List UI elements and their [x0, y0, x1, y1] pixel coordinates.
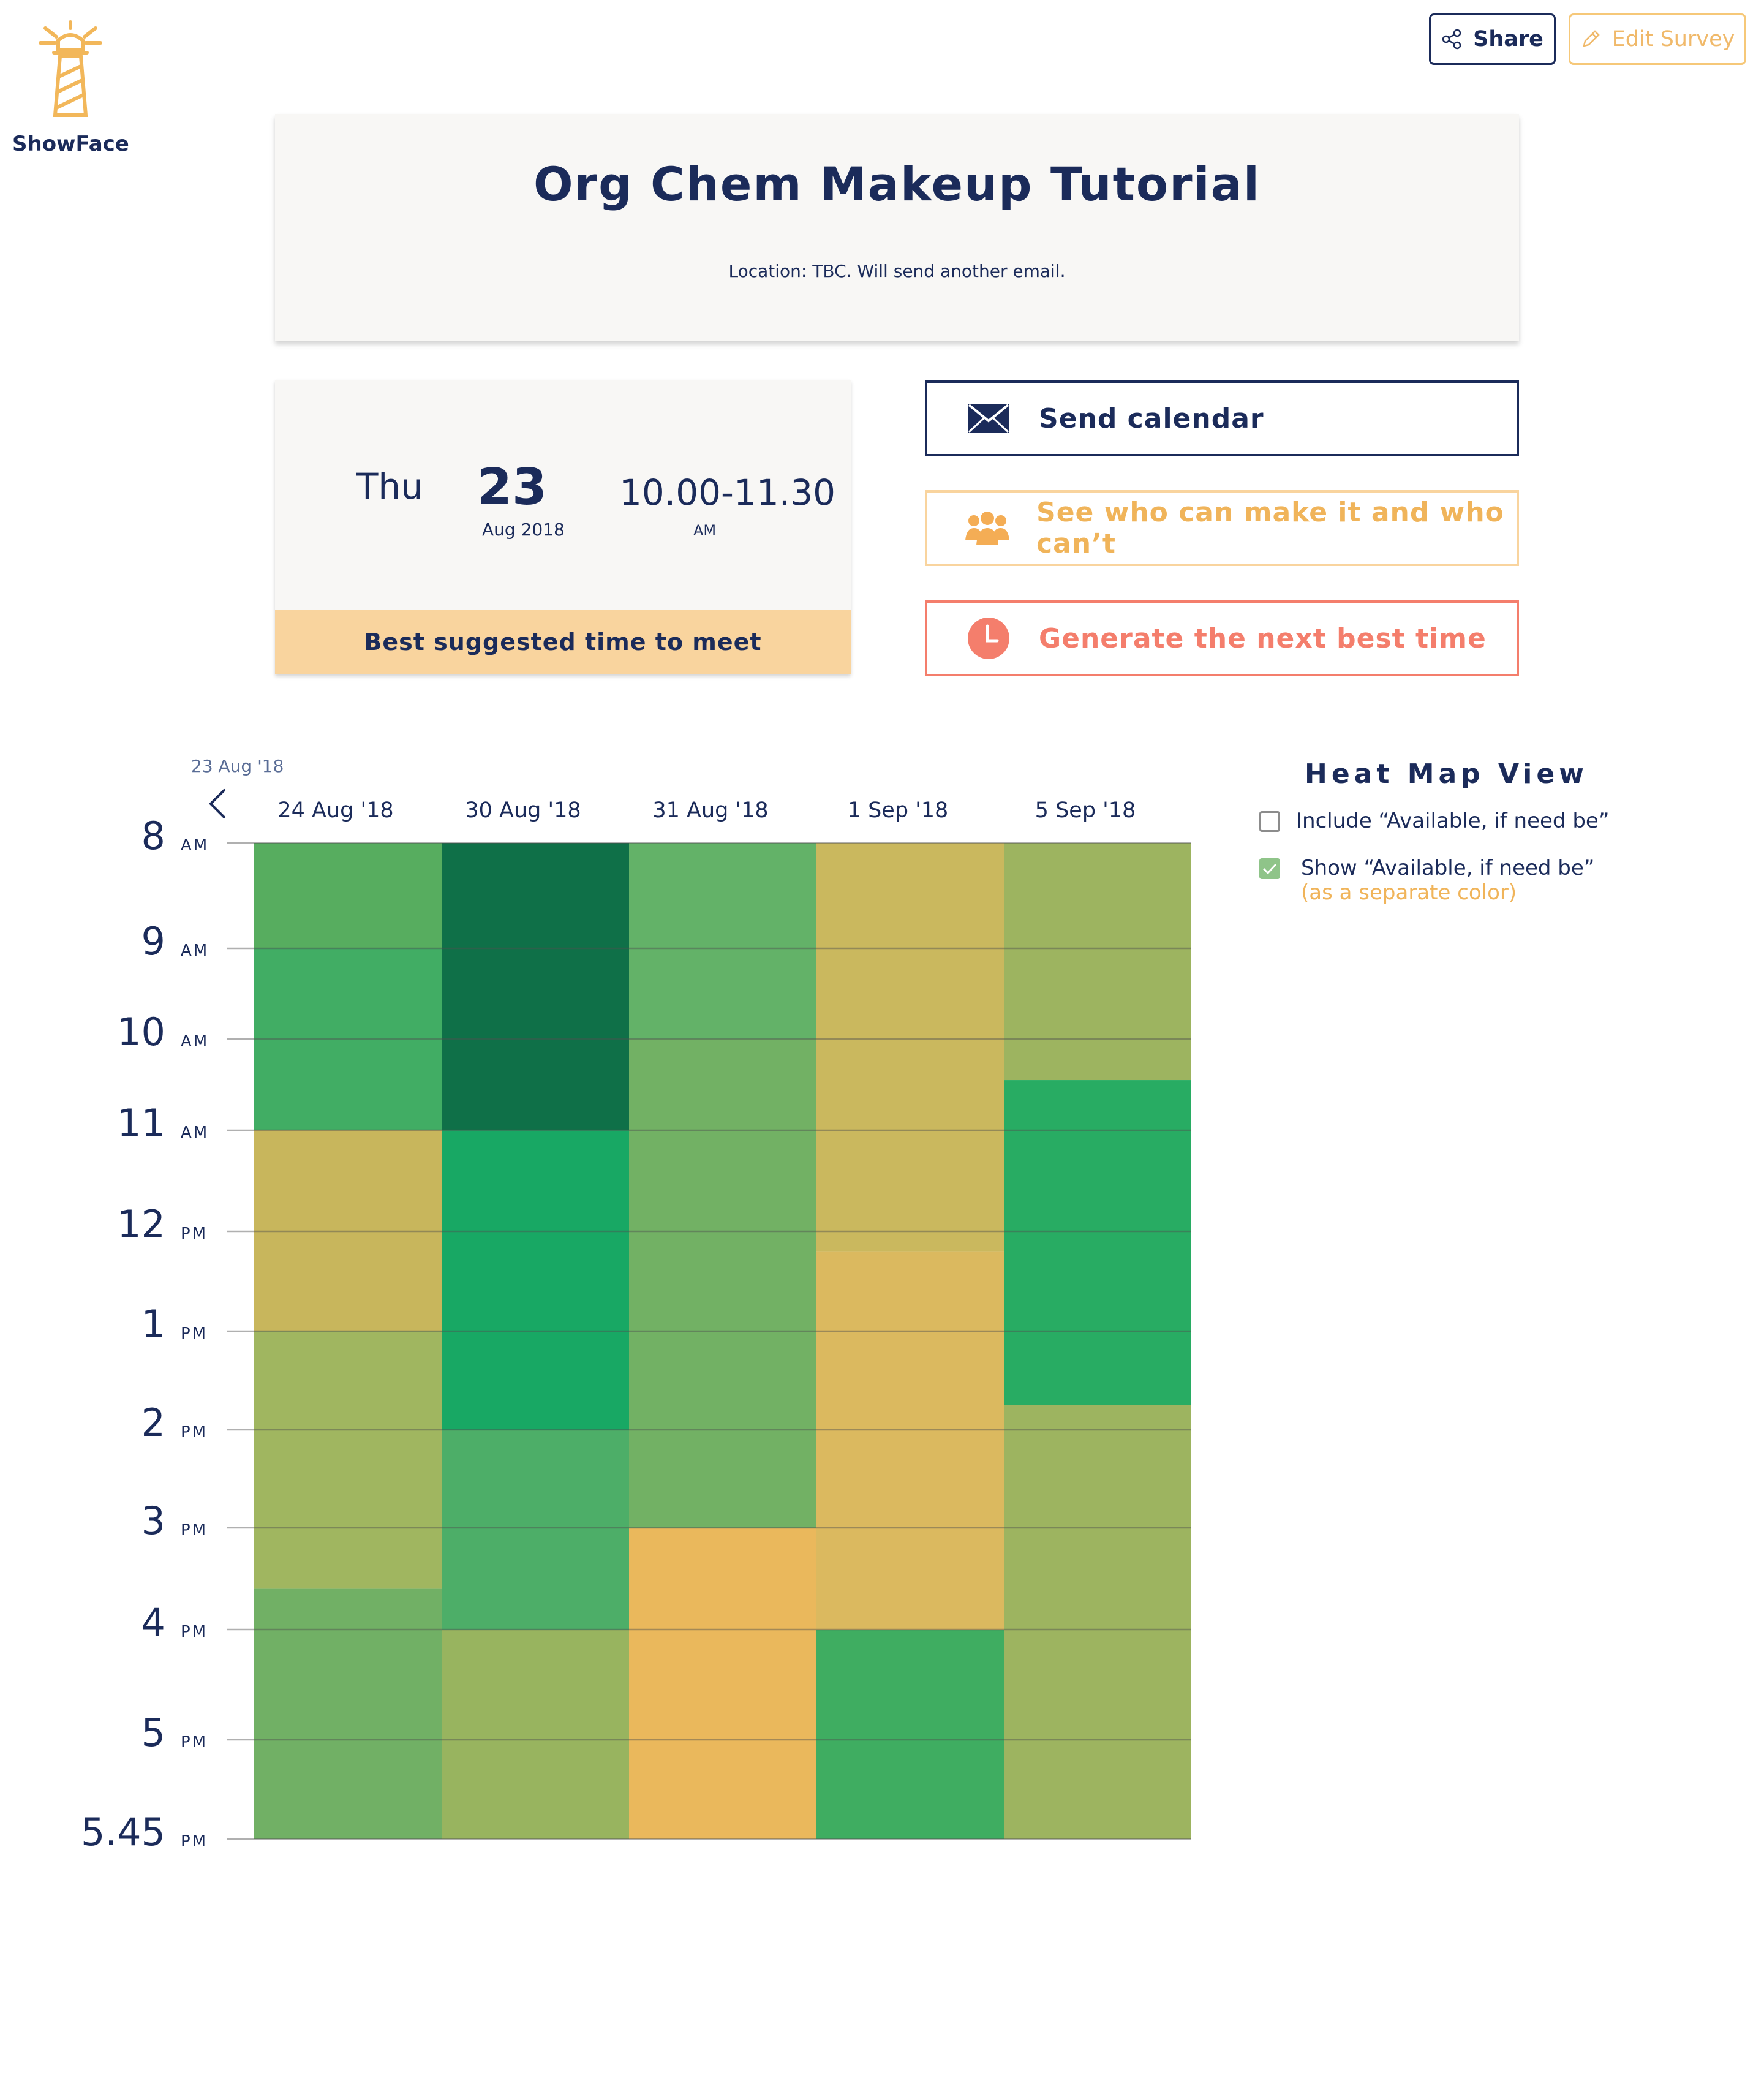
previous-date-label: 23 Aug '18 — [191, 756, 284, 776]
time-label-hour: 8 — [141, 814, 165, 858]
generate-next-time-label: Generate the next best time — [1039, 622, 1487, 654]
send-calendar-button[interactable]: Send calendar — [925, 380, 1519, 456]
heat-cell — [1004, 843, 1191, 1081]
date-column-header: 5 Sep '18 — [1035, 798, 1136, 823]
pencil-icon — [1582, 30, 1600, 47]
best-time-range: 10.00-11.30 — [619, 472, 836, 513]
best-time-card: Thu 23 Aug 2018 10.00-11.30 AM Best sugg… — [275, 380, 851, 674]
time-label-hour: 11 — [117, 1101, 165, 1146]
best-time-period: AM — [693, 522, 717, 539]
time-label-hour: 3 — [141, 1498, 165, 1543]
checkmark-icon — [1262, 863, 1277, 875]
show-available-sublabel: (as a separate color) — [1301, 880, 1517, 905]
time-label-hour: 5 — [141, 1710, 165, 1755]
time-label-ampm: AM — [181, 942, 209, 960]
heat-cell — [442, 1130, 629, 1430]
time-label-hour: 10 — [117, 1010, 165, 1054]
heat-cell — [1004, 1080, 1191, 1405]
time-label-hour: 4 — [141, 1600, 165, 1645]
envelope-icon — [968, 404, 1009, 433]
date-column-header: 30 Aug '18 — [465, 798, 581, 823]
heat-cell — [254, 843, 442, 948]
heat-cell — [816, 843, 1004, 1252]
heat-cell — [254, 1588, 442, 1839]
time-label-ampm: AM — [181, 836, 209, 855]
heat-map-view-title: Heat Map View — [1305, 758, 1588, 790]
share-label: Share — [1473, 27, 1544, 51]
heat-cell — [816, 1630, 1004, 1839]
logo-text: ShowFace — [12, 132, 129, 156]
time-label-ampm: PM — [181, 1423, 208, 1441]
heat-cell — [442, 1430, 629, 1630]
include-available-option[interactable]: Include “Available, if need be” — [1259, 809, 1609, 833]
time-label-ampm: PM — [181, 1324, 208, 1343]
date-column-header: 1 Sep '18 — [848, 798, 949, 823]
include-available-checkbox[interactable] — [1259, 811, 1280, 832]
edit-survey-label: Edit Survey — [1611, 27, 1735, 51]
show-available-checkbox[interactable] — [1259, 858, 1280, 879]
generate-next-time-button[interactable]: Generate the next best time — [925, 600, 1519, 676]
show-available-option[interactable]: Show “Available, if need be” (as a separ… — [1259, 856, 1594, 905]
time-label-hour: 1 — [141, 1302, 165, 1347]
heat-map: 8 AM 9 AM 10 AM 11 AM 12 PM 1 PM 2 PM 3 PM 4 PM 5 PM 5.45 PM 2… — [81, 756, 1191, 1854]
see-who-button[interactable]: See who can make it and who can’t — [925, 490, 1519, 566]
time-label-hour: 12 — [117, 1202, 165, 1247]
heat-cell — [442, 1630, 629, 1839]
heat-cell — [629, 1528, 816, 1839]
chevron-left-icon[interactable] — [209, 789, 225, 818]
include-available-label: Include “Available, if need be” — [1296, 809, 1610, 833]
see-who-label: See who can make it and who can’t — [1036, 497, 1504, 559]
heat-cell — [254, 1331, 442, 1589]
time-label-ampm: PM — [181, 1832, 208, 1851]
time-label-hour: 5.45 — [81, 1810, 165, 1854]
heat-cell — [816, 1251, 1004, 1630]
best-time-date: 23 — [477, 458, 548, 516]
people-icon — [965, 512, 1009, 545]
date-column-header: 31 Aug '18 — [652, 798, 768, 823]
heat-cell — [629, 843, 816, 1039]
lighthouse-icon — [39, 20, 102, 117]
heat-cell — [629, 1039, 816, 1528]
send-calendar-label: Send calendar — [1039, 402, 1264, 434]
time-label-ampm: PM — [181, 1225, 208, 1243]
time-label-ampm: PM — [181, 1623, 208, 1641]
event-header-card: Org Chem Makeup Tutorial Location: TBC. … — [275, 114, 1519, 341]
event-title: Org Chem Makeup Tutorial — [533, 157, 1261, 211]
show-available-label: Show “Available, if need be” — [1301, 856, 1595, 880]
best-time-day: Thu — [356, 466, 423, 507]
best-time-month-year: Aug 2018 — [482, 519, 565, 540]
heat-cell — [442, 843, 629, 1130]
heat-map-options: Heat Map View Include “Available, if nee… — [1250, 747, 1715, 931]
event-location: Location: TBC. Will send another email. — [728, 261, 1066, 281]
share-icon — [1442, 29, 1461, 50]
time-label-hour: 9 — [141, 919, 165, 964]
time-label-ampm: AM — [181, 1124, 209, 1142]
best-time-label: Best suggested time to meet — [275, 610, 851, 674]
time-label-ampm: PM — [181, 1733, 208, 1751]
showface-logo[interactable]: ShowFace — [12, 18, 129, 165]
date-column-header: 24 Aug '18 — [277, 798, 393, 823]
time-label-ampm: AM — [181, 1032, 209, 1051]
heat-cell — [1004, 1405, 1191, 1839]
share-button[interactable]: Share — [1429, 13, 1556, 65]
time-label-ampm: PM — [181, 1521, 208, 1539]
clock-icon — [968, 618, 1009, 659]
time-label-hour: 2 — [141, 1400, 165, 1445]
edit-survey-button[interactable]: Edit Survey — [1569, 13, 1746, 65]
